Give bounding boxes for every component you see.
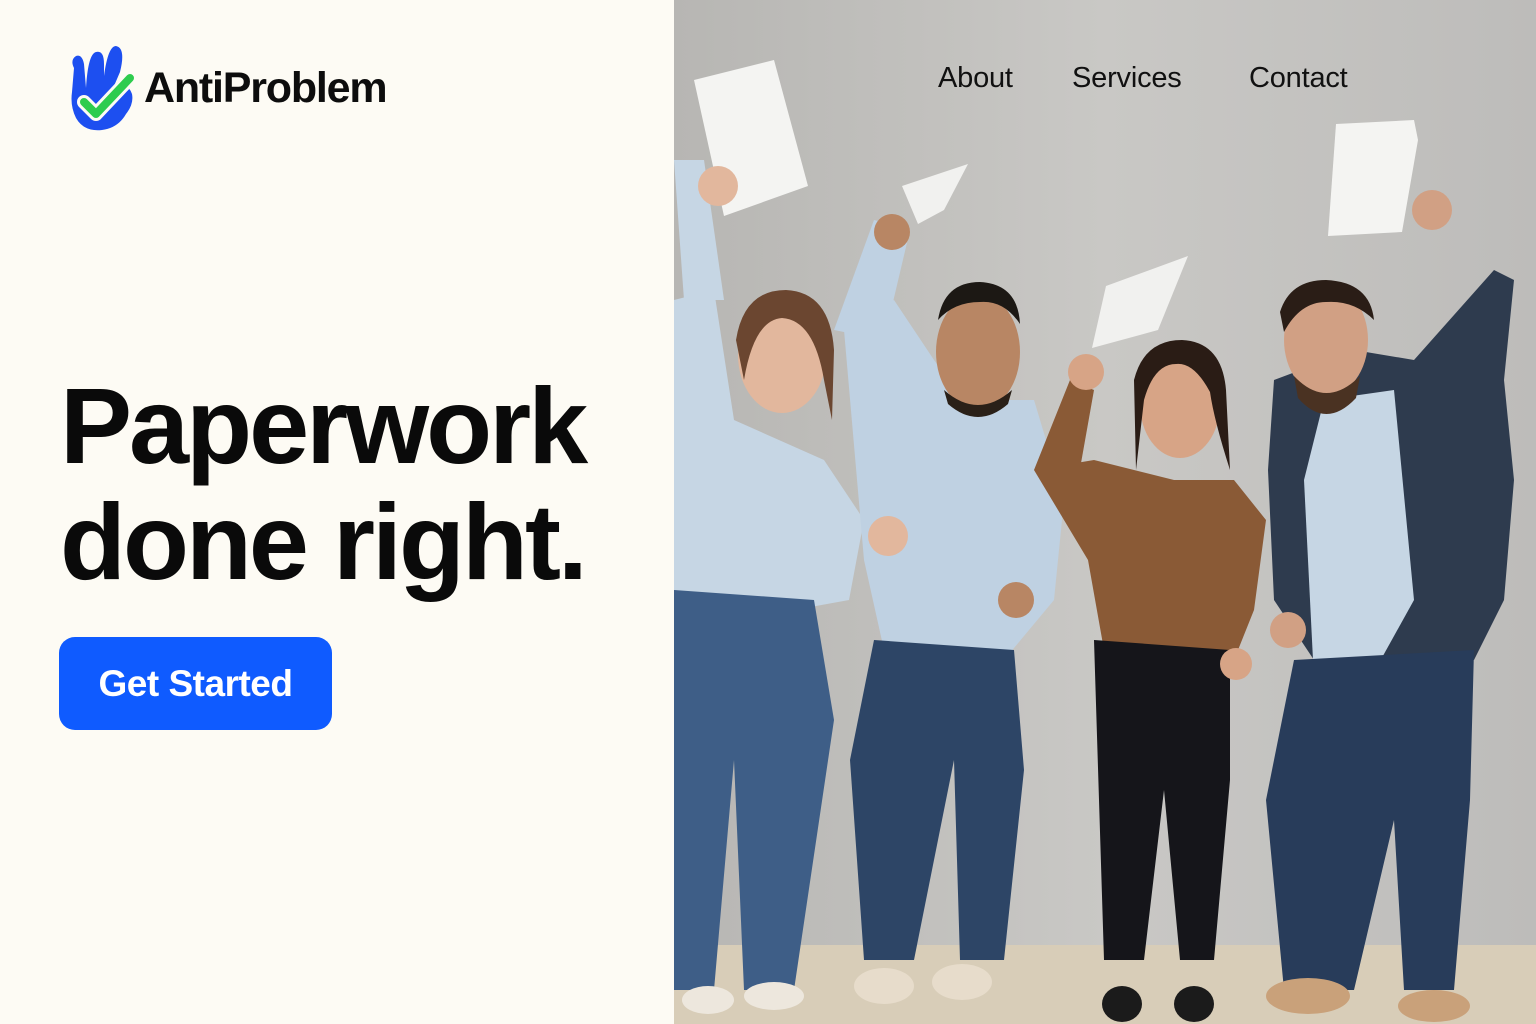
nav-link-services[interactable]: Services <box>1072 62 1182 95</box>
headline-line-2: done right. <box>60 481 588 602</box>
left-panel: AntiProblem Paperwork done right. Get St… <box>0 0 674 1024</box>
nav-link-contact[interactable]: Contact <box>1249 62 1348 95</box>
get-started-button[interactable]: Get Started <box>59 637 332 730</box>
hero-headline: Paperwork done right. <box>60 365 588 602</box>
headline-line-1: Paperwork <box>60 365 588 486</box>
team-celebrating-with-papers-photo <box>674 0 1536 1024</box>
nav-link-about[interactable]: About <box>938 62 1013 95</box>
main-nav: About Services Contact <box>0 62 1536 106</box>
